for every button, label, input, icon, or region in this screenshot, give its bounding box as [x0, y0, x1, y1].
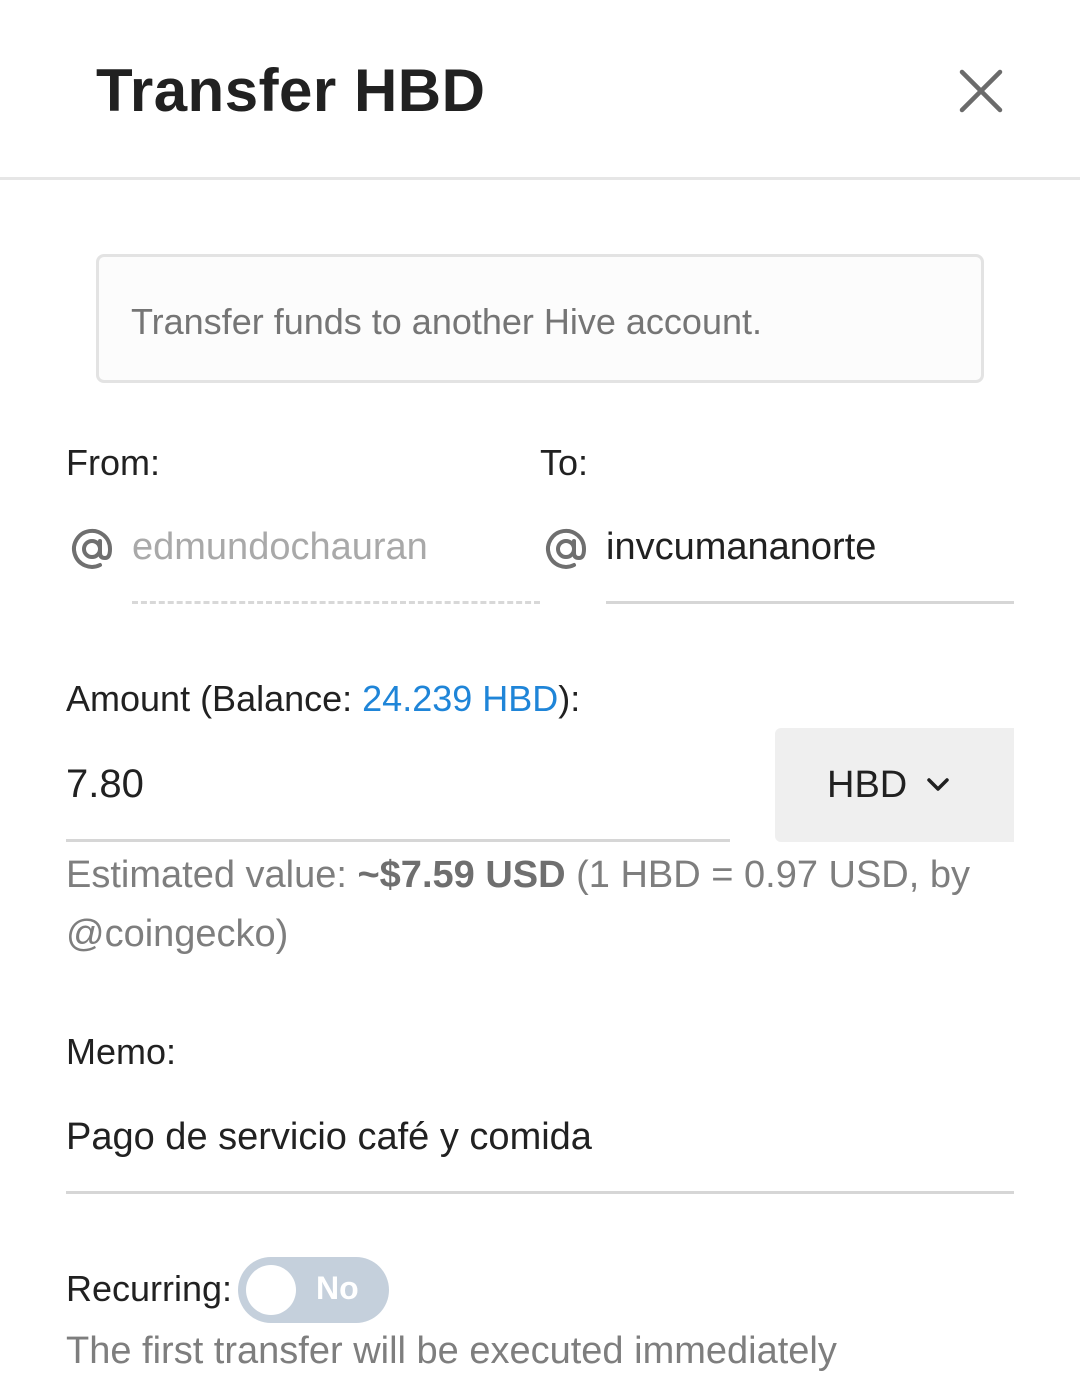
- info-text: Transfer funds to another Hive account.: [131, 301, 763, 342]
- dialog-title: Transfer HBD: [96, 57, 486, 124]
- dialog-header: Transfer HBD: [0, 0, 1080, 180]
- from-label: From:: [66, 442, 160, 483]
- to-label: To:: [540, 442, 589, 483]
- amount-input[interactable]: 7.80: [66, 762, 730, 842]
- transfer-dialog: Transfer HBD Transfer funds to another H…: [0, 0, 1080, 1392]
- chevron-down-icon: [927, 778, 949, 791]
- recurring-note: The first transfer will be executed imme…: [66, 1330, 837, 1372]
- to-account-field[interactable]: invcumananorte: [606, 526, 876, 569]
- amount-label: Amount (Balance: 24.239 HBD):: [66, 678, 580, 720]
- at-icon: [72, 528, 113, 569]
- amount-underline: [66, 839, 730, 842]
- currency-value: HBD: [827, 764, 908, 806]
- estimate-prefix: Estimated value:: [66, 854, 358, 896]
- memo-underline: [66, 1191, 1014, 1194]
- recurring-toggle[interactable]: No: [238, 1257, 389, 1323]
- amount-label-prefix: Amount (Balance:: [66, 678, 363, 719]
- amount-label-suffix: ):: [558, 678, 581, 719]
- estimate-value: ~$7.59 USD: [357, 854, 566, 896]
- to-field-underline: [606, 601, 1014, 604]
- at-icon: [546, 528, 587, 569]
- close-icon: [959, 69, 1003, 113]
- close-button[interactable]: [952, 62, 1010, 120]
- toggle-state-text: No: [316, 1270, 359, 1306]
- balance-link[interactable]: 24.239 HBD: [362, 678, 558, 719]
- estimated-value: Estimated value: ~$7.59 USD (1 HBD = 0.9…: [66, 846, 1006, 964]
- from-account-field[interactable]: edmundochauran: [132, 526, 428, 569]
- toggle-knob: [246, 1265, 296, 1315]
- info-box: Transfer funds to another Hive account.: [96, 254, 984, 383]
- from-field-underline: [132, 601, 540, 604]
- memo-label: Memo:: [66, 1031, 177, 1072]
- recurring-label: Recurring:: [66, 1268, 233, 1309]
- currency-select[interactable]: HBD: [775, 728, 1014, 842]
- memo-input[interactable]: Pago de servicio café y comida: [66, 1116, 592, 1159]
